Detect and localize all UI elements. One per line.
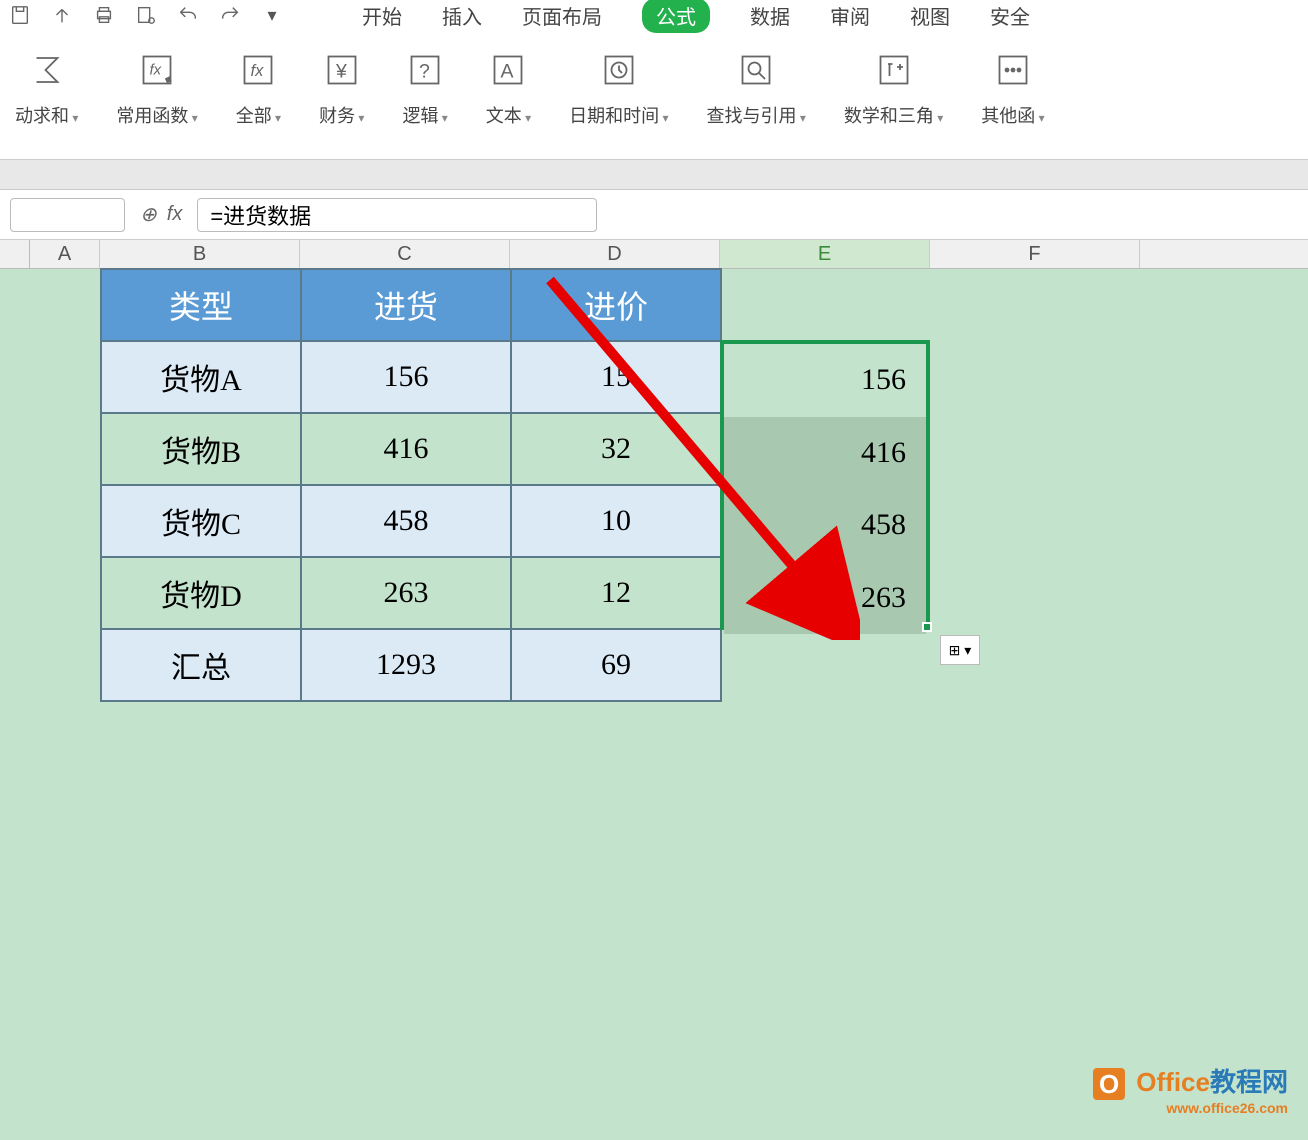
yen-icon: ¥ — [322, 50, 362, 90]
spreadsheet-grid[interactable]: A B C D E F 类型 进货 进价 货物A 156 15 货物B 416 … — [0, 240, 1308, 1140]
tab-layout[interactable]: 页面布局 — [522, 1, 602, 30]
tab-insert[interactable]: 插入 — [442, 1, 482, 30]
logic-button[interactable]: ? 逻辑 — [402, 50, 447, 147]
common-functions-button[interactable]: fx 常用函数 — [116, 50, 197, 147]
name-box[interactable] — [10, 198, 125, 232]
watermark-logo-icon: O — [1093, 1068, 1125, 1100]
col-header-C[interactable]: C — [300, 240, 510, 268]
col-header-E[interactable]: E — [720, 240, 930, 268]
tab-formula[interactable]: 公式 — [642, 0, 710, 33]
all-functions-button[interactable]: fx 全部 — [236, 50, 281, 147]
quick-access-toolbar: ▾ 开始 插入 页面布局 公式 数据 审阅 视图 安全 — [0, 0, 1308, 30]
math-icon — [874, 50, 914, 90]
tab-data[interactable]: 数据 — [750, 1, 790, 30]
text-button[interactable]: A 文本 — [486, 50, 531, 147]
header-price[interactable]: 进价 — [511, 269, 721, 341]
dropdown-icon[interactable]: ▾ — [260, 3, 284, 27]
other-button[interactable]: 其他函 — [981, 50, 1044, 147]
share-icon[interactable] — [50, 3, 74, 27]
svg-text:fx: fx — [150, 62, 162, 79]
zoom-icon[interactable]: ⊕ — [140, 202, 157, 227]
search-icon — [736, 50, 776, 90]
col-header-D[interactable]: D — [510, 240, 720, 268]
finance-button[interactable]: ¥ 财务 — [319, 50, 364, 147]
ribbon-tabs: 开始 插入 页面布局 公式 数据 审阅 视图 安全 — [362, 0, 1030, 33]
tab-start[interactable]: 开始 — [362, 1, 402, 30]
table-row: 货物D 263 12 — [101, 557, 721, 629]
undo-icon[interactable] — [176, 3, 200, 27]
formula-input[interactable]: =进货数据 — [197, 198, 597, 232]
cell-E5[interactable]: 263 — [724, 562, 926, 635]
text-a-icon: A — [488, 50, 528, 90]
fx-star-icon: fx — [137, 50, 177, 90]
table-row-total: 汇总 1293 69 — [101, 629, 721, 701]
svg-text:A: A — [501, 61, 514, 83]
column-headers: A B C D E F — [0, 240, 1308, 269]
svg-text:¥: ¥ — [335, 61, 347, 83]
lookup-button[interactable]: 查找与引用 — [707, 50, 806, 147]
dots-icon — [993, 50, 1033, 90]
col-header-A[interactable]: A — [30, 240, 100, 268]
fx-icon: fx — [238, 50, 278, 90]
question-icon: ? — [405, 50, 445, 90]
col-header-F[interactable]: F — [930, 240, 1140, 268]
sigma-icon — [27, 50, 67, 90]
paste-options-icon: ⊞ ▾ — [949, 642, 972, 659]
preview-icon[interactable] — [134, 3, 158, 27]
redo-icon[interactable] — [218, 3, 242, 27]
cell-E3[interactable]: 416 — [724, 417, 926, 490]
cell-E4[interactable]: 458 — [724, 489, 926, 562]
selection-range[interactable]: 156 416 458 263 — [720, 340, 930, 630]
tab-view[interactable]: 视图 — [910, 1, 950, 30]
table-row: 货物C 458 10 — [101, 485, 721, 557]
fx-label: fx — [167, 203, 183, 226]
paste-options-button[interactable]: ⊞ ▾ — [940, 635, 980, 665]
table-row: 货物B 416 32 — [101, 413, 721, 485]
header-type[interactable]: 类型 — [101, 269, 301, 341]
datetime-button[interactable]: 日期和时间 — [569, 50, 668, 147]
math-button[interactable]: 数学和三角 — [844, 50, 943, 147]
save-icon[interactable] — [8, 3, 32, 27]
fill-handle[interactable] — [922, 622, 932, 632]
formula-bar: ⊕ fx =进货数据 — [0, 190, 1308, 240]
print-icon[interactable] — [92, 3, 116, 27]
svg-text:fx: fx — [251, 62, 265, 80]
col-header-B[interactable]: B — [100, 240, 300, 268]
table-row: 货物A 156 15 — [101, 341, 721, 413]
tab-security[interactable]: 安全 — [990, 1, 1030, 30]
tab-review[interactable]: 审阅 — [830, 1, 870, 30]
cell-E2[interactable]: 156 — [724, 344, 926, 417]
ribbon-formula: 动求和 fx 常用函数 fx 全部 ¥ 财务 ? 逻辑 A 文本 日期和时间 查… — [0, 30, 1308, 160]
autosum-button[interactable]: 动求和 — [15, 50, 78, 147]
header-stock[interactable]: 进货 — [301, 269, 511, 341]
svg-text:?: ? — [419, 61, 430, 83]
data-table: 类型 进货 进价 货物A 156 15 货物B 416 32 货物C 458 1… — [100, 268, 722, 702]
clock-icon — [599, 50, 639, 90]
watermark: O Office教程网 www.office26.com — [1093, 1062, 1288, 1116]
